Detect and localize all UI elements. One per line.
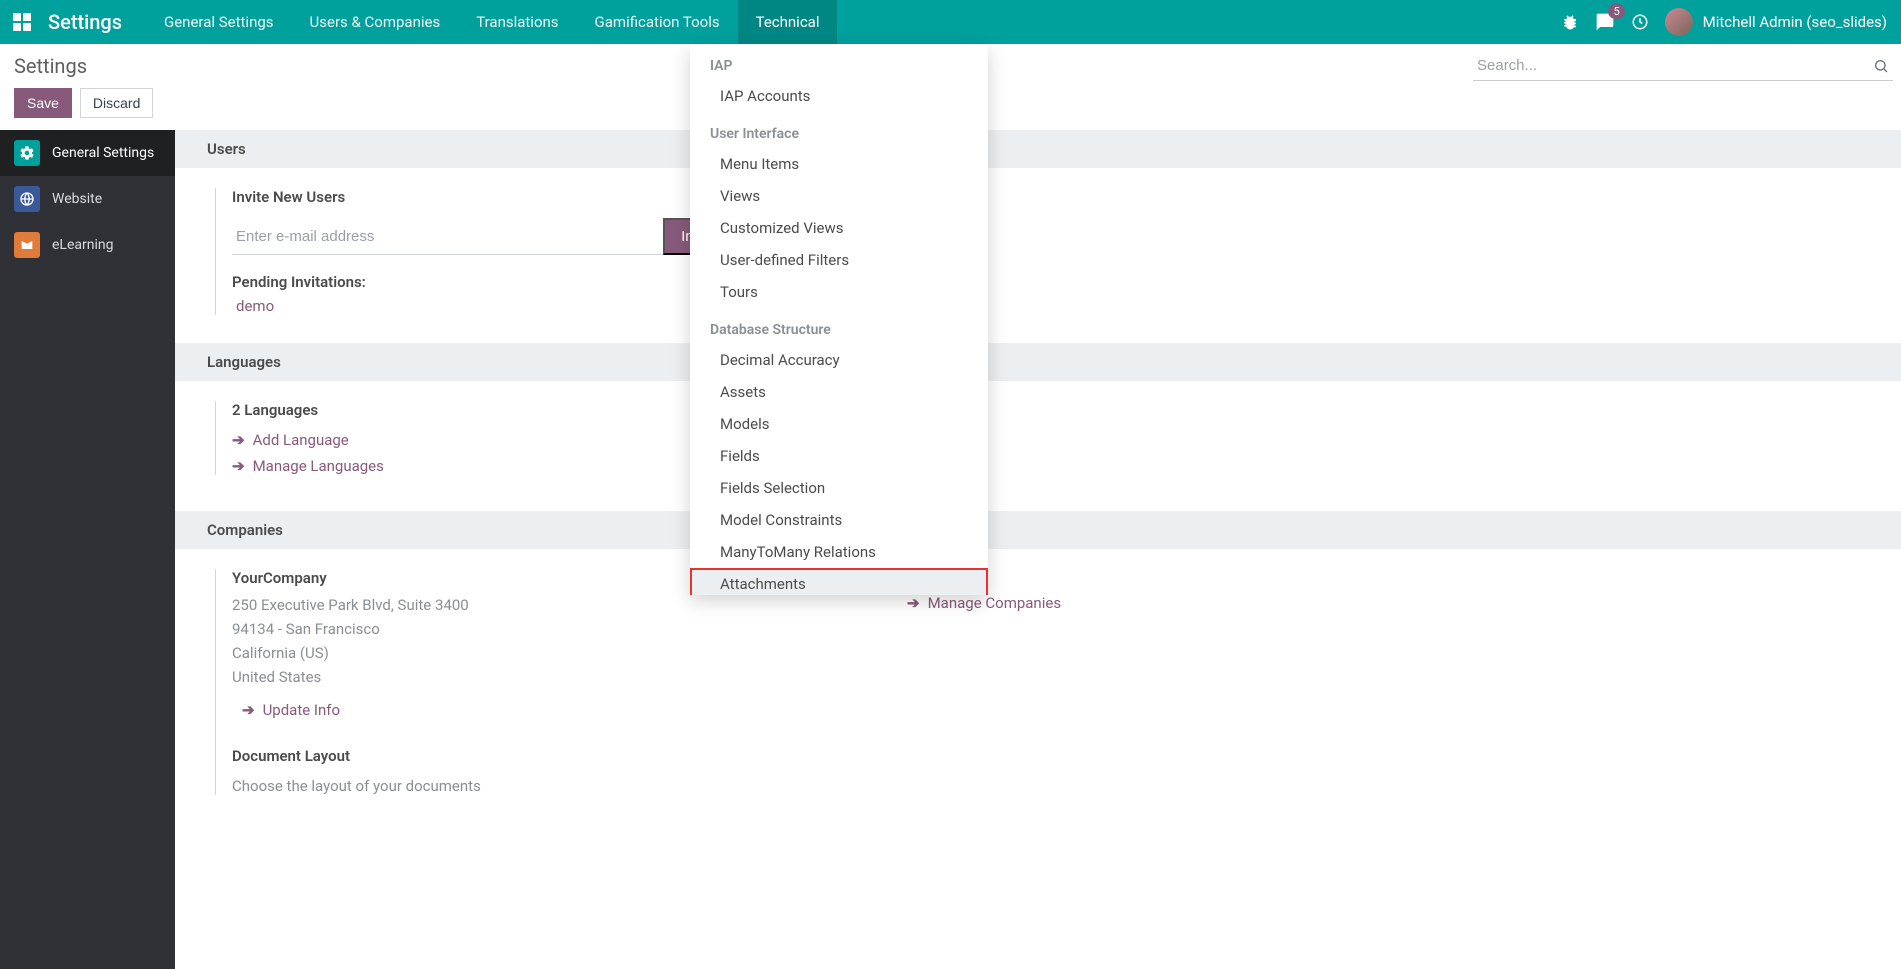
dd-section-database-structure: Database Structure xyxy=(690,308,988,344)
pending-user-link[interactable]: demo xyxy=(232,297,735,315)
app-brand[interactable]: Settings xyxy=(44,10,146,34)
company-address-line4: United States xyxy=(232,665,735,689)
messages-icon[interactable]: 5 xyxy=(1595,12,1615,32)
document-layout-title: Document Layout xyxy=(232,747,735,765)
update-info-label: Update Info xyxy=(263,701,340,719)
save-button[interactable]: Save xyxy=(14,88,72,118)
book-icon xyxy=(14,232,40,258)
dd-item-customized-views[interactable]: Customized Views xyxy=(690,212,988,244)
globe-icon xyxy=(14,186,40,212)
add-language-link[interactable]: ➔ Add Language xyxy=(232,431,735,449)
avatar xyxy=(1665,8,1693,36)
sidebar-item-website[interactable]: Website xyxy=(0,176,175,222)
dd-item-attachments[interactable]: Attachments xyxy=(690,568,988,595)
company-address-line3: California (US) xyxy=(232,641,735,665)
company-address-line2: 94134 - San Francisco xyxy=(232,617,735,641)
menu-general-settings[interactable]: General Settings xyxy=(146,0,292,44)
search-input[interactable] xyxy=(1473,51,1869,80)
dd-item-user-defined-filters[interactable]: User-defined Filters xyxy=(690,244,988,276)
search-icon[interactable] xyxy=(1869,58,1893,74)
manage-languages-label: Manage Languages xyxy=(253,457,384,475)
dd-item-fields-selection[interactable]: Fields Selection xyxy=(690,472,988,504)
dd-item-fields[interactable]: Fields xyxy=(690,440,988,472)
sidebar-item-general-settings[interactable]: General Settings xyxy=(0,130,175,176)
section-header-languages: Languages xyxy=(175,343,1901,381)
sidebar-item-label: General Settings xyxy=(52,145,154,161)
bug-icon[interactable] xyxy=(1561,13,1579,31)
clock-icon[interactable] xyxy=(1631,13,1649,31)
pending-invitations-label: Pending Invitations: xyxy=(232,273,735,291)
top-menu: General Settings Users & Companies Trans… xyxy=(146,0,837,44)
dd-section-iap: IAP xyxy=(690,44,988,80)
navbar-right: 5 Mitchell Admin (seo_slides) xyxy=(1561,0,1901,44)
manage-companies-link[interactable]: ➔ Manage Companies xyxy=(907,594,1061,612)
languages-count: 2 Languages xyxy=(232,401,735,419)
menu-gamification-tools[interactable]: Gamification Tools xyxy=(577,0,738,44)
add-language-label: Add Language xyxy=(253,431,349,449)
dd-item-assets[interactable]: Assets xyxy=(690,376,988,408)
apps-icon[interactable] xyxy=(0,13,44,31)
dd-item-tours[interactable]: Tours xyxy=(690,276,988,308)
menu-technical[interactable]: Technical xyxy=(738,0,838,44)
dd-item-views[interactable]: Views xyxy=(690,180,988,212)
arrow-right-icon: ➔ xyxy=(907,594,920,612)
update-info-link[interactable]: ➔ Update Info xyxy=(242,701,735,719)
arrow-right-icon: ➔ xyxy=(242,701,255,719)
invite-email-input[interactable] xyxy=(232,218,663,255)
invite-users-title: Invite New Users xyxy=(232,188,735,206)
dd-section-user-interface: User Interface xyxy=(690,112,988,148)
manage-companies-label: Manage Companies xyxy=(928,594,1061,612)
manage-languages-link[interactable]: ➔ Manage Languages xyxy=(232,457,735,475)
breadcrumb: Settings xyxy=(14,54,87,78)
search-box[interactable] xyxy=(1473,51,1893,81)
menu-users-companies[interactable]: Users & Companies xyxy=(292,0,459,44)
dd-item-model-constraints[interactable]: Model Constraints xyxy=(690,504,988,536)
content-area: Users Invite New Users Invite Pending In… xyxy=(175,130,1901,969)
dd-item-menu-items[interactable]: Menu Items xyxy=(690,148,988,180)
user-name-label: Mitchell Admin (seo_slides) xyxy=(1703,13,1887,31)
user-menu[interactable]: Mitchell Admin (seo_slides) xyxy=(1665,8,1887,36)
gear-icon xyxy=(14,140,40,166)
dd-item-models[interactable]: Models xyxy=(690,408,988,440)
sidebar-item-label: Website xyxy=(52,191,102,207)
section-header-companies: Companies xyxy=(175,511,1901,549)
dd-item-manytomany-relations[interactable]: ManyToMany Relations xyxy=(690,536,988,568)
sidebar-item-elearning[interactable]: eLearning xyxy=(0,222,175,268)
document-layout-desc: Choose the layout of your documents xyxy=(232,777,735,795)
technical-dropdown-scroll[interactable]: IAP IAP Accounts User Interface Menu Ite… xyxy=(690,44,988,595)
company-name: YourCompany xyxy=(232,569,735,587)
section-header-users: Users xyxy=(175,130,1901,168)
messages-badge: 5 xyxy=(1608,4,1624,19)
sidebar-item-label: eLearning xyxy=(52,237,113,253)
arrow-right-icon: ➔ xyxy=(232,431,245,449)
dd-item-decimal-accuracy[interactable]: Decimal Accuracy xyxy=(690,344,988,376)
discard-button[interactable]: Discard xyxy=(80,88,153,118)
menu-translations[interactable]: Translations xyxy=(458,0,576,44)
settings-sidebar: General Settings Website eLearning xyxy=(0,130,175,969)
dd-item-iap-accounts[interactable]: IAP Accounts xyxy=(690,80,988,112)
top-navbar: Settings General Settings Users & Compan… xyxy=(0,0,1901,44)
technical-dropdown: IAP IAP Accounts User Interface Menu Ite… xyxy=(690,44,988,595)
arrow-right-icon: ➔ xyxy=(232,457,245,475)
navbar-left: Settings General Settings Users & Compan… xyxy=(0,0,837,44)
company-address-line1: 250 Executive Park Blvd, Suite 3400 xyxy=(232,593,735,617)
